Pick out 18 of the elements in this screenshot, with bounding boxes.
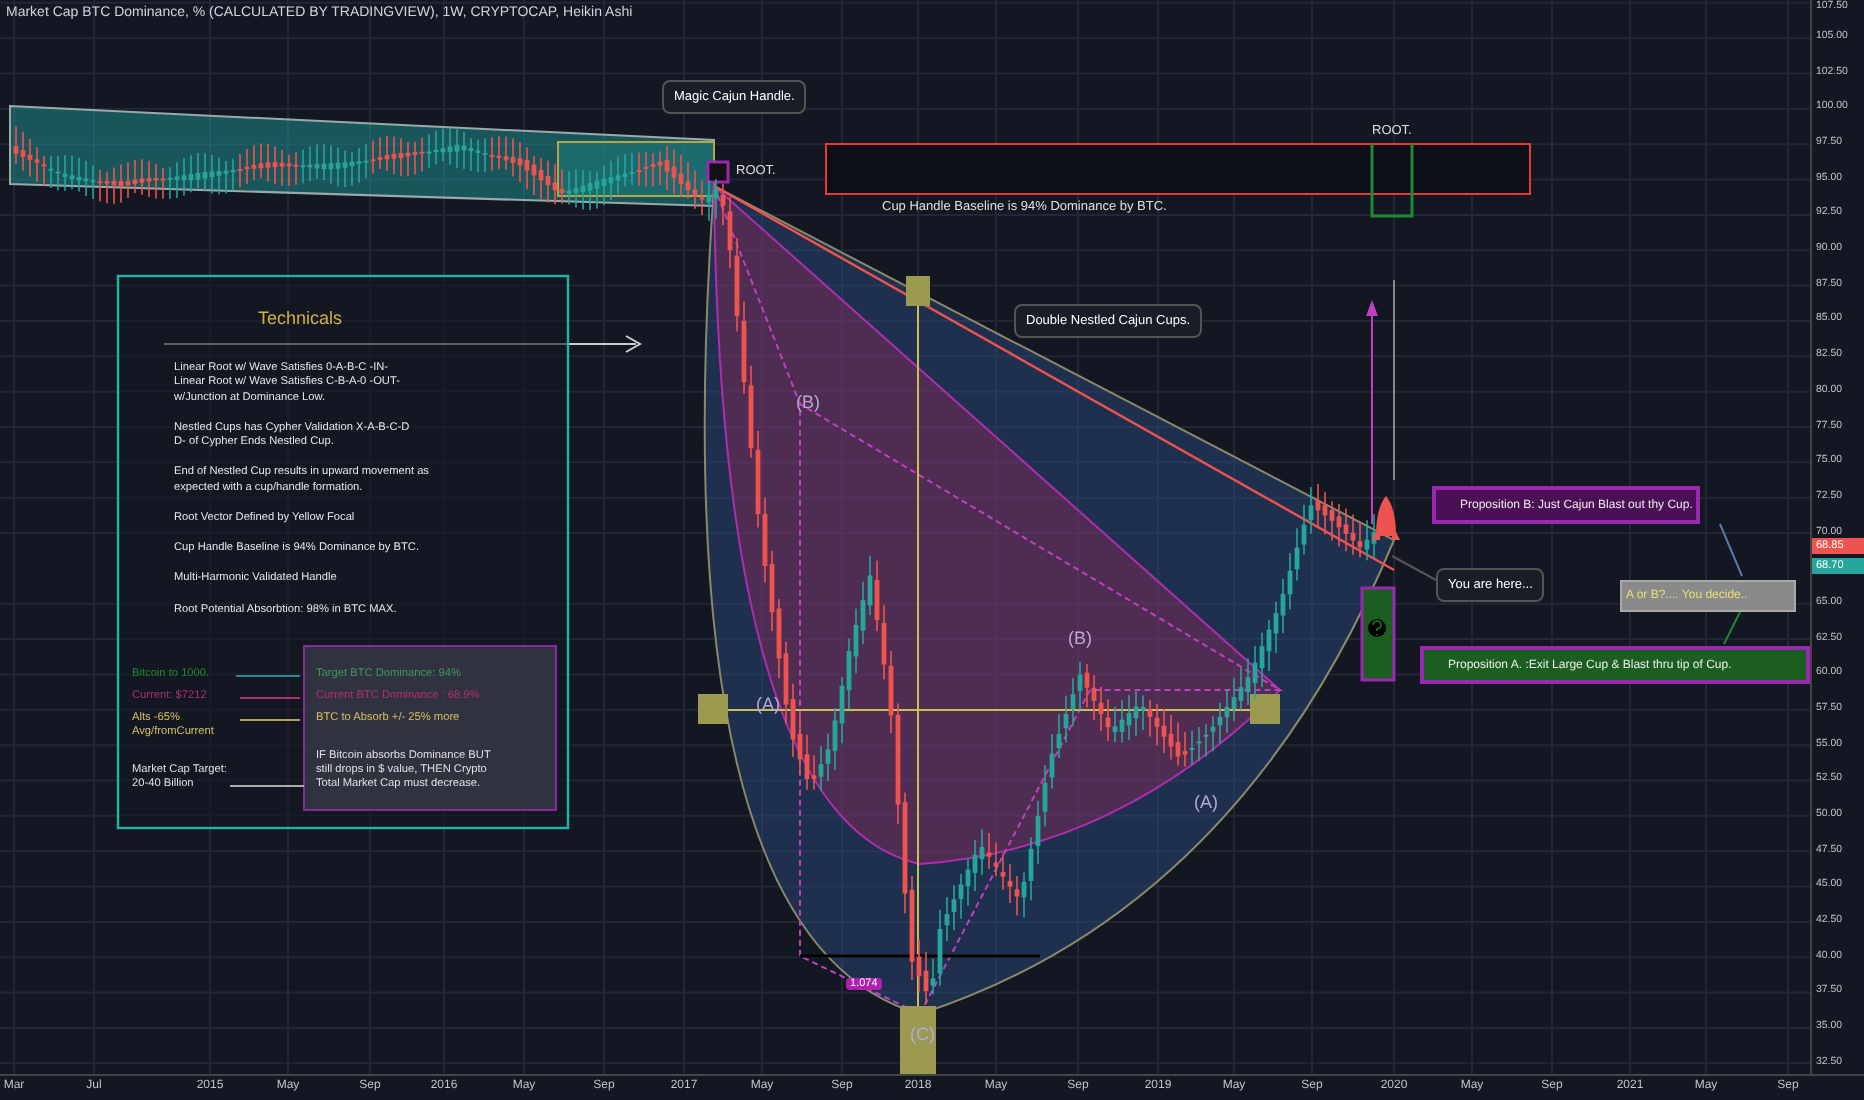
focal-marker [698, 694, 728, 724]
leader-line [1723, 611, 1741, 645]
root-marker [706, 160, 730, 184]
rocket-icon [1372, 496, 1400, 540]
wave-label: (B) [796, 392, 820, 412]
question-box [1360, 586, 1396, 682]
focal-marker [900, 1006, 936, 1074]
panel-title: Technicals [258, 308, 343, 328]
leader-line [1391, 555, 1437, 581]
question-icon [1368, 619, 1386, 637]
leader-line [1719, 523, 1743, 577]
wave-label: (A) [756, 694, 780, 714]
root-bracket [1370, 144, 1414, 218]
focal-marker [906, 276, 930, 306]
wave-label: (C) [910, 1024, 935, 1044]
wave-label: (A) [1194, 792, 1218, 812]
wave-label: (B) [1068, 628, 1092, 648]
focal-marker [1250, 694, 1280, 724]
